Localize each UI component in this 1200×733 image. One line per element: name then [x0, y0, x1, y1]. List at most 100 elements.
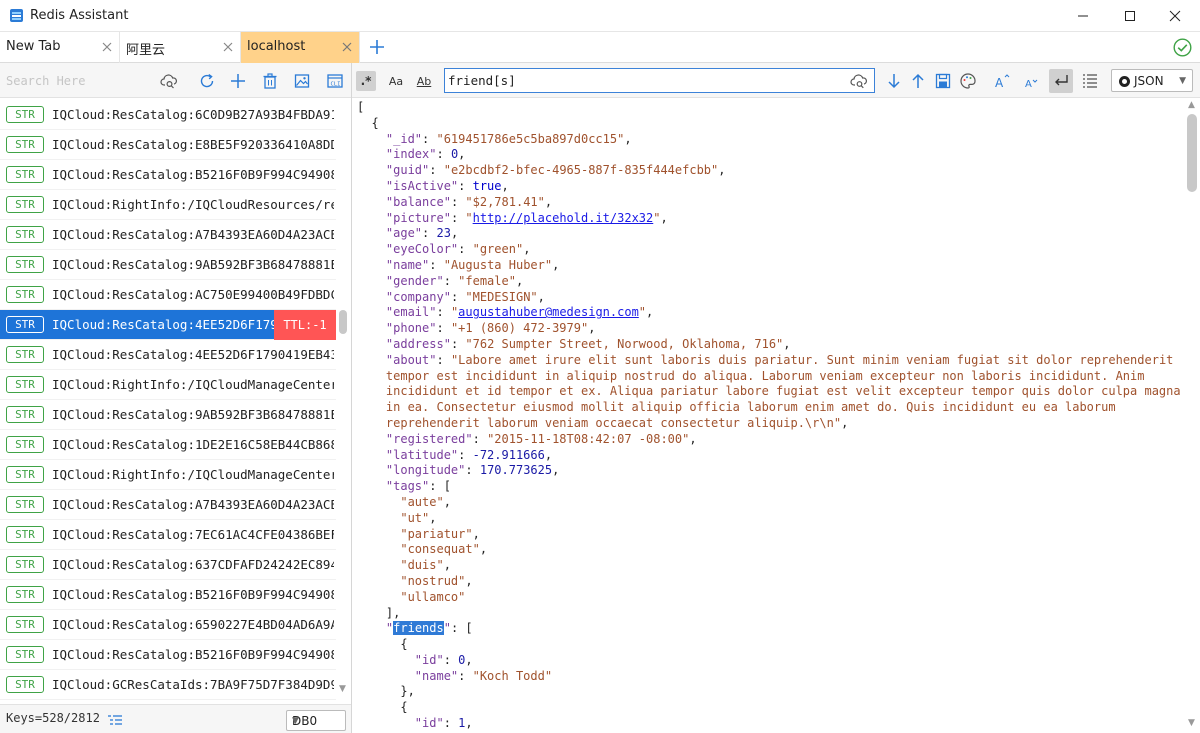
close-icon[interactable]	[222, 41, 234, 53]
key-list-scrollbar[interactable]: ▼	[336, 100, 351, 704]
scroll-thumb[interactable]	[339, 310, 347, 334]
tab-new-tab[interactable]: New Tab	[0, 32, 120, 63]
link[interactable]: augustahuber@medesign.com	[458, 305, 639, 319]
code-token: ,	[783, 336, 791, 351]
list-item[interactable]: STR IQCloud:ResCatalog:1DE2E16C58EB44CB86…	[0, 430, 336, 460]
code-token: :	[429, 257, 444, 272]
list-item[interactable]: STR IQCloud:RightInfo:/IQCloudManageCente…	[0, 460, 336, 490]
code-token: true	[472, 178, 502, 193]
list-icon[interactable]	[1080, 71, 1100, 91]
scroll-thumb[interactable]	[1187, 114, 1197, 192]
close-icon[interactable]	[101, 41, 113, 53]
code-token: 170.773625	[479, 463, 553, 478]
arrow-down-icon[interactable]	[884, 71, 904, 91]
cloud-search-icon[interactable]	[850, 73, 868, 89]
code-token: "2015-11-18T08:42:07 -08:00"	[487, 431, 690, 446]
list-item[interactable]: STR IQCloud:ResCatalog:AC750E99400B49FDBD…	[0, 280, 336, 310]
type-badge: STR	[6, 496, 44, 513]
list-item[interactable]: STR IQCloud:ResCatalog:9AB592BF3B68478881…	[0, 250, 336, 280]
font-decrease-icon[interactable]: A	[1021, 71, 1041, 91]
code-line: "about": "Labore amet irure elit sunt la…	[357, 353, 1182, 369]
list-item[interactable]: STR IQCloud:ResCatalog:7EC61AC4CFE04386BE…	[0, 520, 336, 550]
value-editor[interactable]: [ { "_id": "619451786e5c5ba897d0cc15", "…	[352, 98, 1185, 733]
word-wrap-toggle[interactable]	[1049, 69, 1073, 93]
list-item[interactable]: STR IQCloud:RightInfo:/IQCloudManageCente…	[0, 370, 336, 400]
list-item[interactable]: STR IQCloud:GCResCataIds:7BA9F75D7F384D9D…	[0, 670, 336, 700]
refresh-icon[interactable]	[198, 72, 216, 90]
format-select[interactable]: JSON ▼	[1111, 69, 1193, 92]
code-token: :	[465, 463, 480, 478]
close-window-button[interactable]	[1152, 0, 1198, 32]
terminal-icon[interactable]: CLI	[326, 72, 344, 90]
arrow-up-icon[interactable]	[908, 71, 928, 91]
list-item[interactable]: STR IQCloud:ResCatalog:A7B4393EA60D4A23AC…	[0, 220, 336, 250]
list-item[interactable]: STR IQCloud:ResCatalog:B5216F0B9F994C9490…	[0, 160, 336, 190]
list-item[interactable]: STR IQCloud:ResCatalog:6590227E4BD04AD6A9…	[0, 610, 336, 640]
code-line: "longitude": 170.773625,	[357, 463, 1182, 479]
code-line: reprehenderit laborum veniam occaecat co…	[357, 416, 1182, 432]
list-item[interactable]: STR IQCloud:ResCatalog:A7B4393EA60D4A23AC…	[0, 490, 336, 520]
match-case-toggle[interactable]: Aa	[386, 71, 406, 91]
editor-scrollbar[interactable]: ▲ ▼	[1185, 98, 1200, 733]
code-token: {	[357, 637, 408, 652]
scroll-down-arrow[interactable]: ▼	[339, 684, 346, 694]
maximize-button[interactable]	[1107, 0, 1153, 32]
code-token: "duis"	[400, 558, 444, 573]
list-item[interactable]: STR IQCloud:ResCatalog:B5216F0B9F994C9490…	[0, 580, 336, 610]
list-item[interactable]: STR IQCloud:ResCatalog:E8BE5F920336410A8D…	[0, 130, 336, 160]
code-token: ,	[465, 716, 473, 731]
list-item[interactable]: STR IQCloud:ResCatalog:637CDFAFD24242EC89…	[0, 550, 336, 580]
minimize-button[interactable]	[1060, 0, 1106, 32]
close-icon[interactable]	[341, 41, 353, 53]
check-circle-icon[interactable]	[1173, 38, 1192, 57]
db-select[interactable]: DB0 ▼	[286, 710, 346, 731]
code-token: :	[472, 431, 488, 446]
code-token: ,	[689, 431, 697, 446]
key-list[interactable]: STR IQCloud:ResCatalog:6C0D9B27A93B4FBDA9…	[0, 100, 336, 704]
list-item[interactable]: STR IQCloud:ResCatalog:9AB592BF3B68478881…	[0, 400, 336, 430]
list-icon[interactable]	[108, 714, 122, 726]
scroll-up-arrow[interactable]: ▲	[1188, 100, 1195, 110]
search-input[interactable]	[6, 71, 154, 91]
add-tab-button[interactable]	[368, 38, 386, 56]
whole-word-toggle[interactable]: Ab	[414, 71, 434, 91]
json-code: [ { "_id": "619451786e5c5ba897d0cc15", "…	[357, 100, 1182, 732]
link[interactable]: http://placehold.it/32x32	[473, 211, 654, 225]
cloud-search-icon[interactable]	[160, 72, 178, 90]
code-token: :	[450, 210, 466, 225]
scroll-down-arrow[interactable]: ▼	[1188, 718, 1195, 728]
format-icon	[1119, 76, 1130, 87]
list-item[interactable]: STR IQCloud:ResCatalog:4EE52D6F1790419EB4…	[0, 340, 336, 370]
code-token: ,	[465, 652, 473, 667]
code-line: "latitude": -72.911666,	[357, 448, 1182, 464]
code-token: "id"	[414, 652, 444, 667]
list-item[interactable]: STR IQCloud:ResCatalog:6C0D9B27A93B4FBDA9…	[0, 100, 336, 130]
font-increase-icon[interactable]: A	[992, 71, 1012, 91]
image-icon[interactable]	[293, 72, 311, 90]
code-token: [	[357, 100, 365, 114]
list-item[interactable]: STR IQCloud:ResCatalog:B5216F0B9F994C9490…	[0, 640, 336, 670]
find-input[interactable]	[448, 71, 838, 90]
code-line: "company": "MEDESIGN",	[357, 290, 1182, 306]
palette-icon[interactable]	[958, 71, 978, 91]
code-token: "female"	[458, 273, 516, 288]
tab-localhost[interactable]: localhost	[241, 32, 360, 63]
save-icon[interactable]	[933, 71, 953, 91]
add-key-button[interactable]	[229, 72, 247, 90]
trash-icon[interactable]	[261, 72, 279, 90]
tab-aliyun[interactable]: 阿里云	[120, 32, 241, 63]
list-item[interactable]: STR IQCloud:ResCatalog:4EE52D6F1790 TTL:-1	[0, 310, 336, 340]
svg-text:CLI: CLI	[331, 81, 341, 87]
list-item[interactable]: STR IQCloud:RightInfo:/IQCloudResources/r…	[0, 190, 336, 220]
find-box[interactable]	[444, 68, 875, 93]
code-token: "619451786e5c5ba897d0cc15"	[436, 131, 625, 146]
code-token: "consequat"	[400, 542, 480, 557]
code-token: "guid"	[385, 163, 430, 178]
regex-toggle[interactable]: .*	[356, 71, 376, 91]
code-token: ,	[646, 305, 654, 320]
